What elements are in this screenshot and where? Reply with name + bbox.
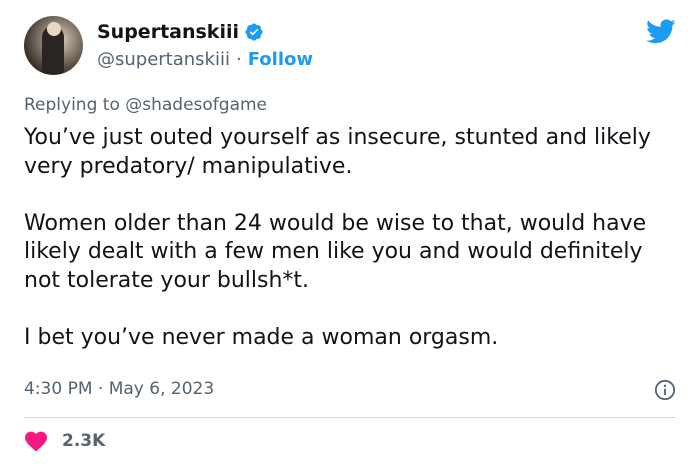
like-count: 2.3K: [62, 431, 106, 451]
follow-button[interactable]: Follow: [248, 49, 313, 70]
reply-mention-link[interactable]: @shadesofgame: [125, 95, 267, 115]
replying-to: Replying to @shadesofgame: [24, 95, 267, 115]
handle[interactable]: @supertanskiii: [97, 49, 230, 70]
divider: [24, 417, 676, 418]
tweet-text: You’ve just outed yourself as insecure, …: [24, 124, 684, 352]
author-block: Supertanskiii @supertanskiii · Follow: [97, 21, 313, 70]
tweet-paragraph: Women older than 24 would be wise to tha…: [24, 210, 647, 293]
verified-badge-icon: [245, 23, 263, 41]
twitter-bird-icon[interactable]: [644, 16, 678, 46]
replying-to-prefix: Replying to: [24, 95, 120, 115]
tweet-time: 4:30 PM: [24, 379, 93, 399]
tweet-timestamp[interactable]: 4:30 PM · May 6, 2023: [24, 379, 214, 399]
tweet-header: Supertanskiii @supertanskiii · Follow: [24, 16, 313, 75]
display-name[interactable]: Supertanskiii: [97, 21, 239, 43]
tweet-card: Supertanskiii @supertanskiii · Follow Re…: [0, 0, 700, 471]
avatar[interactable]: [24, 16, 83, 75]
handle-separator: ·: [236, 49, 242, 70]
info-icon[interactable]: [654, 379, 676, 401]
timestamp-separator: ·: [97, 379, 104, 399]
like-button[interactable]: 2.3K: [24, 430, 105, 452]
tweet-paragraph: I bet you’ve never made a woman orgasm.: [24, 324, 499, 350]
tweet-paragraph: You’ve just outed yourself as insecure, …: [24, 125, 651, 179]
handle-row: @supertanskiii · Follow: [97, 49, 313, 70]
name-row: Supertanskiii: [97, 21, 313, 43]
heart-icon: [25, 431, 47, 452]
tweet-date: May 6, 2023: [108, 379, 215, 399]
